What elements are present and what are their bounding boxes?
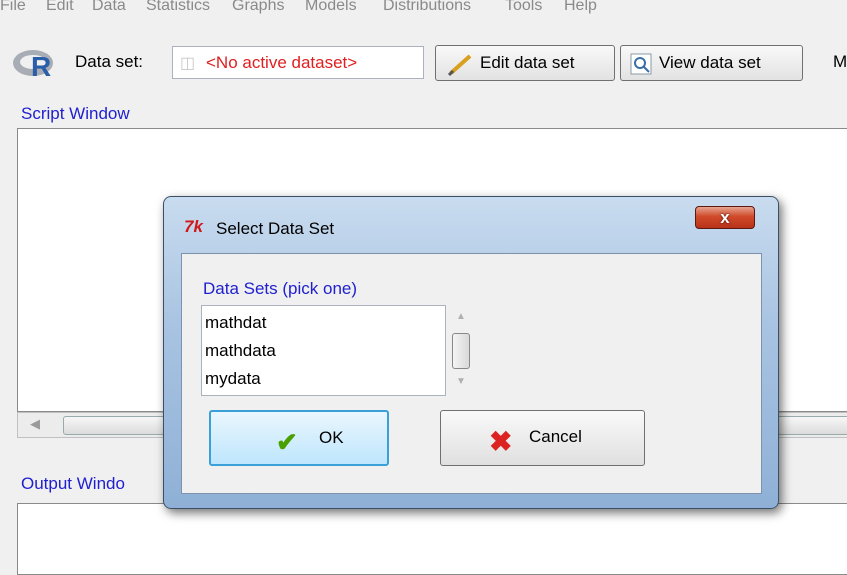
output-window-label: Output Windo: [21, 474, 125, 493]
active-dataset-button[interactable]: ◫ <No active dataset>: [172, 46, 424, 79]
script-window-label: Script Window: [21, 104, 130, 123]
list-item[interactable]: mathdat: [205, 313, 266, 333]
datasets-list-title: Data Sets (pick one): [203, 279, 358, 298]
check-icon: ✔: [276, 427, 298, 457]
view-magnifier-icon: [630, 53, 652, 75]
menu-models[interactable]: Models: [305, 0, 357, 15]
menu-statistics[interactable]: Statistics: [146, 0, 210, 15]
close-button[interactable]: x: [695, 206, 755, 229]
output-window[interactable]: [17, 503, 847, 575]
close-icon: x: [720, 208, 730, 227]
view-dataset-label: View data set: [659, 53, 761, 72]
menu-file[interactable]: File: [0, 0, 26, 15]
dialog-body: Data Sets (pick one) mathdat mathdata my…: [181, 253, 762, 494]
dataset-label: Data set:: [75, 52, 144, 71]
datasets-listbox[interactable]: mathdat mathdata mydata: [201, 305, 446, 396]
svg-text:R: R: [31, 51, 51, 80]
dialog-title: Select Data Set: [216, 219, 335, 238]
scroll-down-icon[interactable]: ▼: [456, 376, 466, 387]
table-icon: ◫: [180, 55, 196, 72]
list-scroll-thumb[interactable]: [452, 333, 470, 369]
tk-icon: 7k: [184, 217, 203, 236]
cancel-x-icon: ✖: [489, 426, 513, 457]
cancel-label: Cancel: [529, 427, 582, 446]
edit-pencil-icon: [448, 54, 472, 76]
edit-dataset-label: Edit data set: [480, 53, 575, 72]
model-label: M: [833, 52, 847, 71]
menu-graphs[interactable]: Graphs: [232, 0, 284, 15]
menu-help[interactable]: Help: [564, 0, 597, 15]
list-item[interactable]: mydata: [205, 369, 261, 389]
select-dataset-dialog: 7k Select Data Set x Data Sets (pick one…: [163, 196, 779, 509]
scroll-left-icon[interactable]: ◀: [30, 416, 40, 432]
r-logo-icon: R: [13, 50, 53, 80]
list-item[interactable]: mathdata: [205, 341, 276, 361]
edit-dataset-button[interactable]: Edit data set: [435, 45, 615, 81]
menu-edit[interactable]: Edit: [46, 0, 74, 15]
active-dataset-value: <No active dataset>: [206, 53, 358, 72]
ok-button[interactable]: ✔ OK: [209, 410, 389, 466]
scroll-up-icon[interactable]: ▲: [456, 311, 466, 322]
menu-distributions[interactable]: Distributions: [383, 0, 471, 15]
view-dataset-button[interactable]: View data set: [620, 45, 803, 81]
menu-tools[interactable]: Tools: [505, 0, 542, 15]
menu-bar: File Edit Data Statistics Graphs Models …: [0, 0, 847, 26]
list-scrollbar[interactable]: ▲ ▼: [450, 305, 473, 396]
ok-label: OK: [319, 428, 344, 447]
menu-data[interactable]: Data: [92, 0, 126, 15]
cancel-button[interactable]: ✖ Cancel: [440, 410, 645, 466]
